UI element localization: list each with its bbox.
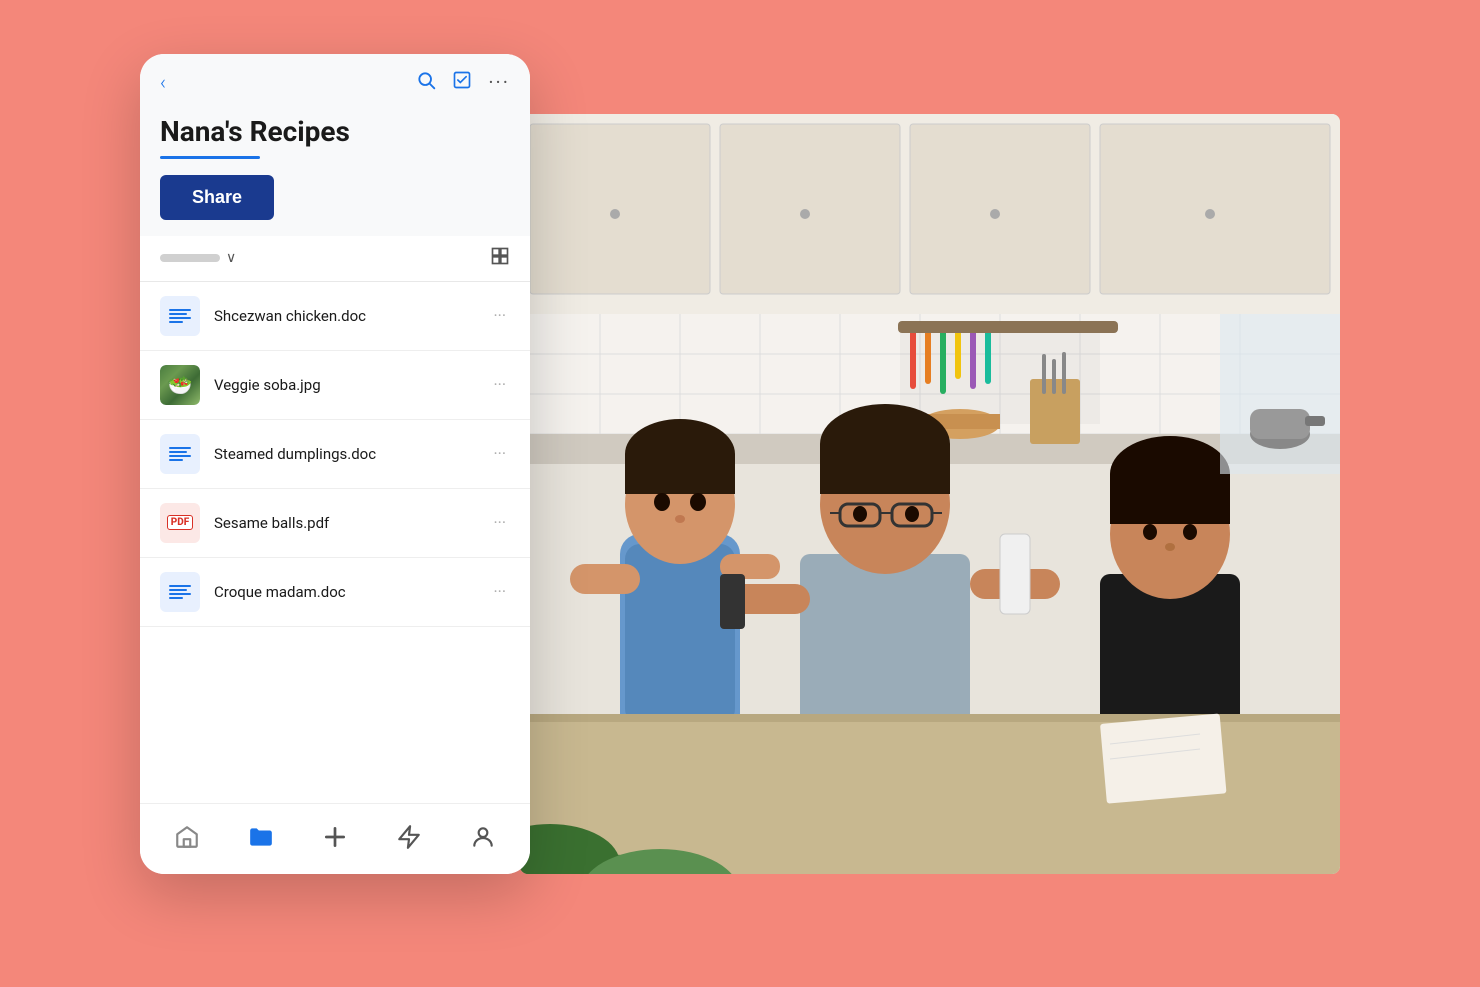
header-area: Nana's Recipes Share [140,103,530,236]
file-name: Veggie soba.jpg [214,376,489,394]
nav-bolt[interactable] [384,820,434,854]
sort-bar [160,254,220,262]
doc-icon [160,296,200,336]
chevron-down-icon: ∨ [226,250,236,266]
nav-folder[interactable] [236,820,286,854]
nav-person[interactable] [458,820,508,854]
file-more-options[interactable]: ··· [489,302,510,329]
search-icon[interactable] [416,70,436,95]
file-name: Steamed dumplings.doc [214,445,489,463]
pdf-icon: PDF [160,503,200,543]
file-name: Shcezwan chicken.doc [214,307,489,325]
title-underline [160,156,260,159]
file-item[interactable]: PDF Sesame balls.pdf ··· [140,489,530,558]
toolbar-row: ∨ [140,236,530,282]
top-actions: ··· [416,70,510,95]
file-more-options[interactable]: ··· [489,578,510,605]
file-more-options[interactable]: ··· [489,509,510,536]
file-name: Croque madam.doc [214,583,489,601]
back-button[interactable]: ‹ [160,70,166,94]
file-item[interactable]: Shcezwan chicken.doc ··· [140,282,530,351]
mobile-app-card: ‹ ··· Nana's Recipes [140,54,530,874]
img-icon [160,365,200,405]
file-more-options[interactable]: ··· [489,440,510,467]
more-options-icon[interactable]: ··· [488,70,510,94]
file-list: Shcezwan chicken.doc ··· Veggie soba.jpg… [140,282,530,803]
bottom-nav [140,803,530,874]
doc-icon [160,572,200,612]
file-more-options[interactable]: ··· [489,371,510,398]
nav-home[interactable] [162,820,212,854]
sort-selector[interactable]: ∨ [160,250,236,266]
photo-background [520,114,1340,874]
file-item[interactable]: Veggie soba.jpg ··· [140,351,530,420]
top-bar: ‹ ··· [140,54,530,103]
scene: ‹ ··· Nana's Recipes [140,54,1340,934]
file-item[interactable]: Croque madam.doc ··· [140,558,530,627]
checklist-icon[interactable] [452,70,472,95]
file-item[interactable]: Steamed dumplings.doc ··· [140,420,530,489]
file-name: Sesame balls.pdf [214,514,489,532]
grid-view-icon[interactable] [490,246,510,271]
nav-add[interactable] [310,820,360,854]
folder-title: Nana's Recipes [160,115,510,148]
doc-icon [160,434,200,474]
share-button[interactable]: Share [160,175,274,220]
